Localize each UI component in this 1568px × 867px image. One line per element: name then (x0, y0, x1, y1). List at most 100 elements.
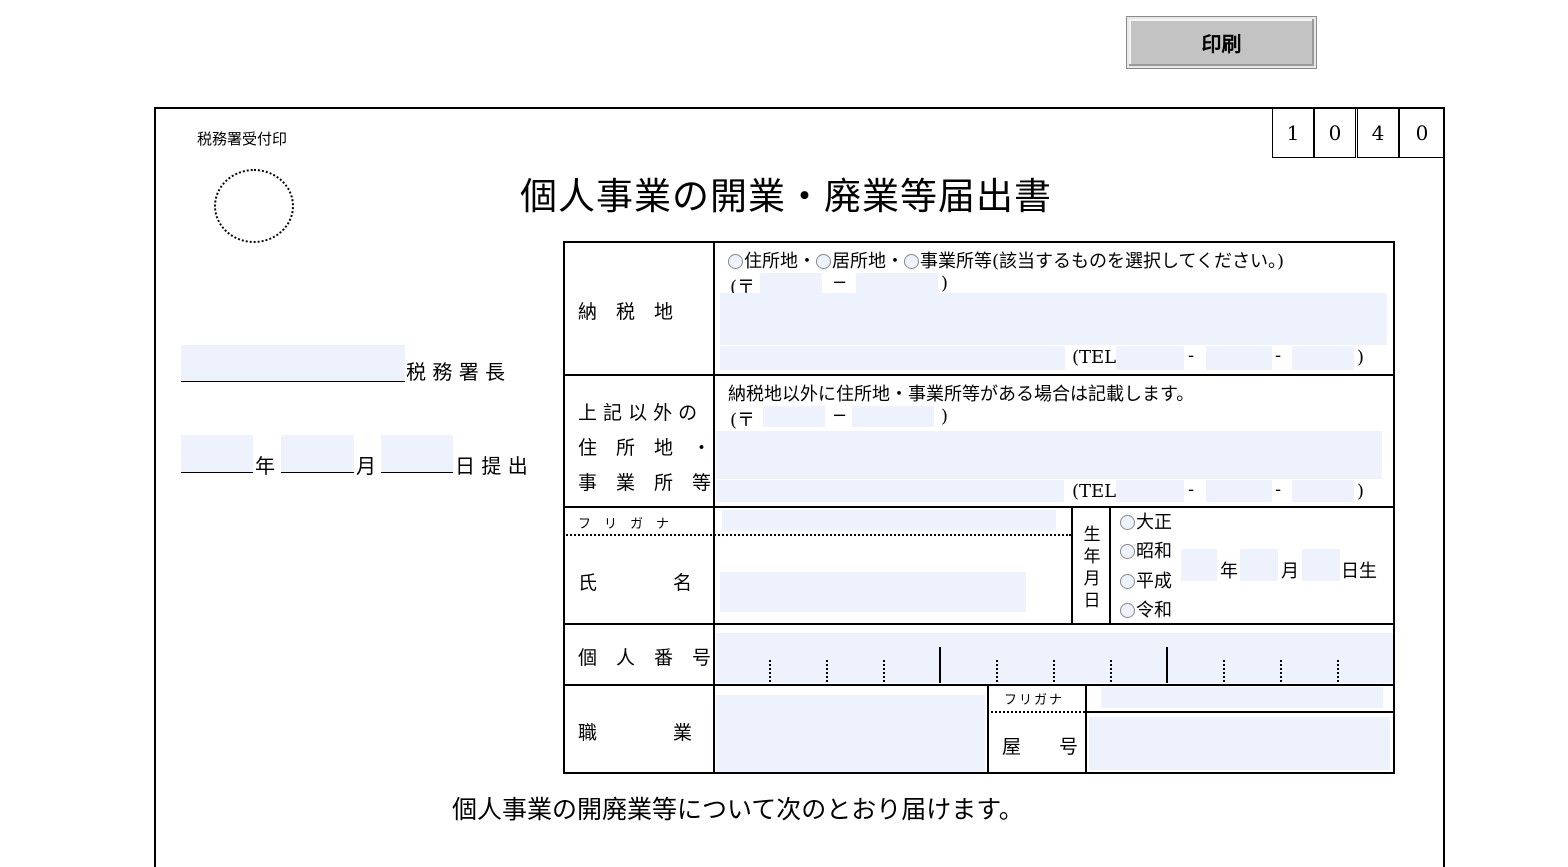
row-divider-2 (563, 506, 1395, 508)
other-postal-1-input[interactable] (763, 406, 825, 427)
submit-day-input[interactable] (381, 435, 453, 473)
row-divider-1 (563, 374, 1395, 376)
tax-address-line2-input[interactable] (720, 346, 1065, 370)
birth-year-input[interactable] (1181, 549, 1217, 581)
submit-month-input[interactable] (281, 435, 354, 473)
option-residence-label: 住所地 (744, 251, 798, 272)
era-reiwa-label: 令和 (1136, 600, 1172, 621)
birth-divider-1 (1071, 506, 1073, 623)
digit-separator (1223, 660, 1225, 682)
trade-furigana-underline (1085, 711, 1393, 713)
tax-postal-dash: − (832, 272, 848, 293)
era-taisho-label: 大正 (1136, 512, 1172, 533)
birth-label-char: 日 (1083, 591, 1101, 611)
tax-tel-dash-2: - (1275, 345, 1282, 366)
tax-office-input[interactable] (181, 345, 405, 382)
form-code-digit-4: 0 (1399, 108, 1445, 158)
submit-day-label: 日 提 出 (455, 454, 528, 478)
form-code-digit-3: 4 (1357, 108, 1399, 158)
trade-furigana-label: フリガナ (1004, 693, 1065, 708)
stamp-label: 税務署受付印 (197, 130, 288, 148)
other-tel-dash-2: - (1275, 479, 1282, 500)
tax-address-label: 納 税 地 (578, 301, 674, 323)
era-taisho: 大正 (1120, 508, 1172, 534)
print-button[interactable]: 印刷 (1126, 16, 1317, 69)
other-tel-2-input[interactable] (1206, 480, 1272, 502)
other-tel-3-input[interactable] (1292, 480, 1354, 502)
other-postal-dash: − (832, 405, 848, 426)
digit-separator (883, 660, 885, 682)
digit-separator (996, 660, 998, 682)
form-title: 個人事業の開業・廃業等届出書 (520, 175, 1052, 218)
tax-postal-close: ) (941, 273, 949, 294)
name-input[interactable] (720, 572, 1026, 612)
tax-tel-1-input[interactable] (1116, 346, 1184, 370)
tax-postal-1-input[interactable] (760, 273, 822, 293)
other-address-note: 納税地以外に住所地・事業所等がある場合は記載します。 (728, 384, 1195, 405)
my-number-label: 個 人 番 号 (578, 647, 712, 669)
submit-month-label: 月 (356, 454, 376, 478)
radio-reiwa[interactable] (1120, 603, 1135, 618)
option-dwelling-label: 居所地 (832, 251, 886, 272)
tax-tel-2-input[interactable] (1206, 346, 1272, 370)
name-furigana-label: フ リ ガ ナ (578, 517, 670, 532)
other-tel-1-input[interactable] (1116, 480, 1184, 502)
row-divider-3 (563, 623, 1395, 625)
birth-year-label: 年 (1220, 561, 1238, 582)
tax-address-input[interactable] (720, 293, 1387, 345)
other-address-label-3: 事 業 所 等 (578, 472, 712, 494)
other-address-input[interactable] (716, 431, 1382, 479)
furigana-divider (563, 534, 1071, 536)
era-showa-label: 昭和 (1136, 541, 1172, 562)
trade-furigana-input[interactable] (1101, 687, 1383, 708)
radio-dwelling[interactable] (816, 254, 831, 269)
other-postal-open: (〒 (730, 410, 756, 431)
submit-year-input[interactable] (181, 435, 253, 473)
name-label: 氏 名 (578, 572, 693, 594)
tax-office-suffix: 税 務 署 長 (406, 360, 506, 384)
occupation-label: 職 業 (578, 722, 693, 744)
radio-taisho[interactable] (1120, 515, 1135, 530)
tax-tel-label: (TEL (1072, 347, 1117, 368)
form-code-digit-2: 0 (1314, 108, 1356, 158)
era-heisei: 平成 (1120, 567, 1172, 593)
tax-tel-close: ) (1357, 347, 1365, 368)
radio-residence[interactable] (728, 254, 743, 269)
group-separator (1166, 647, 1168, 683)
digit-separator (1337, 660, 1339, 682)
occupation-divider-2 (1085, 684, 1087, 774)
radio-office[interactable] (904, 254, 919, 269)
form-code-digit-1: 1 (1272, 108, 1314, 158)
era-showa: 昭和 (1120, 537, 1172, 563)
tax-tel-dash-1: - (1188, 345, 1195, 366)
digit-separator (1280, 660, 1282, 682)
radio-heisei[interactable] (1120, 574, 1135, 589)
group-separator (939, 647, 941, 683)
birth-label-char: 生 (1083, 525, 1101, 545)
birth-day-input[interactable] (1302, 549, 1340, 581)
era-reiwa: 令和 (1120, 596, 1172, 622)
occupation-input[interactable] (716, 695, 985, 772)
other-postal-2-input[interactable] (852, 406, 934, 427)
trade-name-input[interactable] (1089, 717, 1390, 770)
era-heisei-label: 平成 (1136, 571, 1172, 592)
option-office-label: 事業所等 (920, 251, 992, 272)
birth-month-label: 月 (1281, 561, 1299, 582)
birth-label-char: 年 (1083, 547, 1101, 567)
tax-tel-3-input[interactable] (1292, 346, 1354, 370)
trade-name-label: 屋 号 (1002, 736, 1079, 758)
digit-separator (1053, 660, 1055, 682)
occupation-divider-1 (987, 684, 989, 774)
radio-showa[interactable] (1120, 544, 1135, 559)
other-address-line2-input[interactable] (716, 480, 1064, 502)
name-furigana-input[interactable] (722, 510, 1056, 531)
tax-address-options: 住所地・ 居所地・ 事業所等(該当するものを選択してください。) (728, 247, 1284, 273)
row-divider-4 (563, 684, 1395, 686)
option-note: (該当するものを選択してください。) (992, 251, 1284, 272)
digit-separator (1110, 660, 1112, 682)
other-address-label-1: 上 記 以 外 の (578, 402, 698, 424)
other-tel-dash-1: - (1188, 479, 1195, 500)
birth-month-input[interactable] (1240, 549, 1278, 581)
tax-postal-2-input[interactable] (856, 273, 938, 293)
digit-separator (769, 660, 771, 682)
